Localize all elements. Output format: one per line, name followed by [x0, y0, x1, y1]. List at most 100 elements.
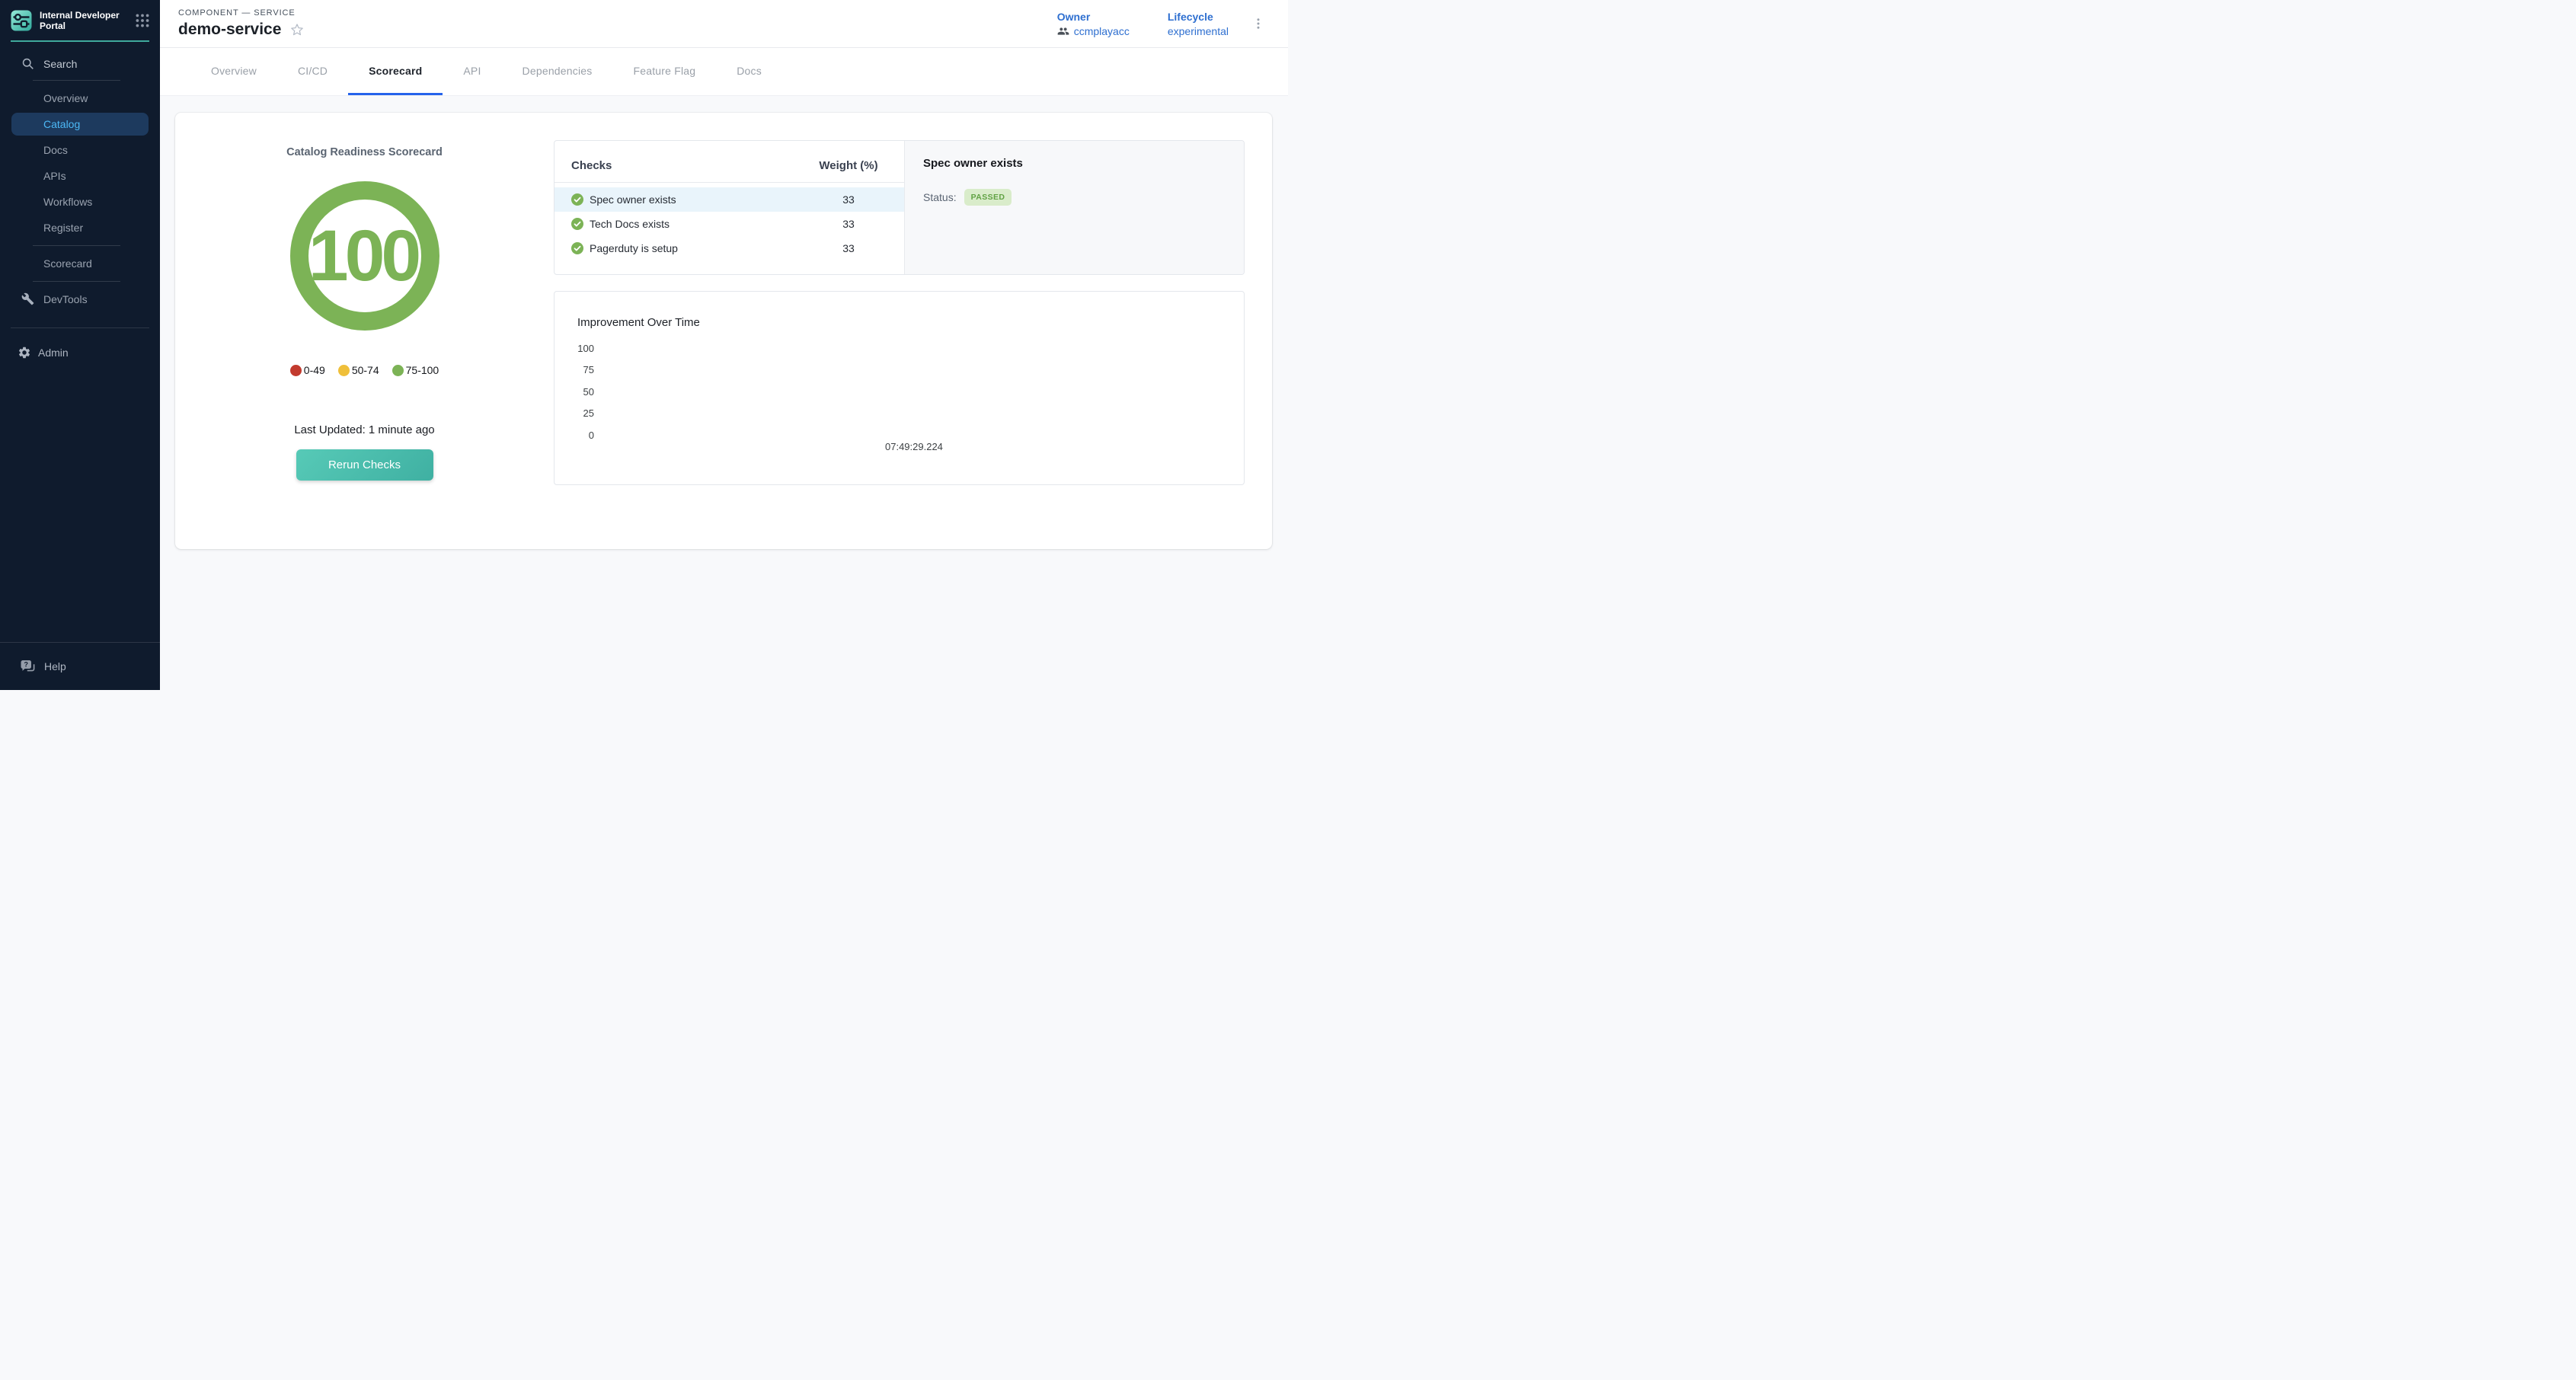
owner-value: ccmplayacc — [1074, 25, 1130, 37]
sidebar-item-label: Workflows — [43, 196, 92, 208]
sidebar-item-label: Catalog — [43, 118, 80, 130]
page-title: demo-service — [178, 21, 281, 39]
sidebar-item-apis[interactable]: APIs — [0, 163, 160, 189]
sidebar-divider — [33, 80, 120, 81]
legend-label: 0-49 — [304, 364, 325, 376]
check-label: Pagerduty is setup — [590, 242, 678, 254]
checks-header-label: Checks — [571, 159, 612, 172]
tab-cicd[interactable]: CI/CD — [277, 48, 348, 95]
sidebar-divider — [33, 281, 120, 282]
lifecycle-block: Lifecycle experimental — [1168, 11, 1229, 37]
check-detail-title: Spec owner exists — [923, 157, 1226, 170]
score-value: 100 — [308, 215, 418, 298]
owner-link[interactable]: ccmplayacc — [1057, 25, 1130, 37]
sidebar-item-label: Docs — [43, 144, 68, 156]
status-label: Status: — [923, 191, 957, 203]
check-row-tech-docs[interactable]: Tech Docs exists 33 — [555, 212, 904, 236]
tab-feature-flag[interactable]: Feature Flag — [612, 48, 716, 95]
sidebar-item-admin[interactable]: Admin — [0, 334, 160, 371]
y-axis-tick: 100 — [562, 343, 594, 354]
sidebar-item-label: Help — [44, 660, 66, 672]
score-gauge: 100 — [290, 181, 439, 331]
sidebar-item-overview[interactable]: Overview — [0, 85, 160, 111]
sidebar-item-scorecard[interactable]: Scorecard — [0, 251, 160, 276]
sidebar-nav: Search Overview Catalog Docs APIs Workfl… — [0, 42, 160, 371]
checks-table: Checks Weight (%) Spec ow — [555, 141, 904, 274]
scorecard-card: Catalog Readiness Scorecard 100 0-49 50-… — [175, 113, 1272, 549]
check-row-spec-owner[interactable]: Spec owner exists 33 — [555, 187, 904, 212]
rerun-checks-button[interactable]: Rerun Checks — [296, 449, 433, 481]
y-axis-tick: 50 — [562, 386, 594, 398]
legend-item-low: 0-49 — [290, 364, 325, 376]
tab-scorecard[interactable]: Scorecard — [348, 48, 443, 95]
weight-header-label: Weight (%) — [803, 159, 894, 172]
sidebar-item-label: DevTools — [43, 293, 88, 305]
sidebar-footer: ? Help — [0, 642, 160, 690]
sidebar-item-label: Admin — [38, 347, 69, 359]
sidebar: Internal Developer Portal Search Overvi — [0, 0, 160, 690]
check-row-pagerduty[interactable]: Pagerduty is setup 33 — [555, 236, 904, 260]
app-logo-icon — [11, 10, 32, 31]
check-weight: 33 — [803, 218, 894, 230]
group-icon — [1057, 25, 1069, 37]
legend-item-mid: 50-74 — [338, 364, 379, 376]
entity-meta: Owner ccmplayacc Lifecycle experimental — [1057, 11, 1229, 37]
check-status-row: Status: PASSED — [923, 189, 1226, 206]
check-detail-panel: Spec owner exists Status: PASSED — [904, 141, 1244, 274]
table-header-divider — [555, 182, 904, 183]
sidebar-item-catalog[interactable]: Catalog — [11, 113, 149, 136]
checks-table-header: Checks Weight (%) — [555, 156, 904, 174]
entity-tabs: Overview CI/CD Scorecard API Dependencie… — [160, 48, 1288, 96]
checks-panel: Checks Weight (%) Spec ow — [554, 140, 1245, 275]
last-updated-text: Last Updated: 1 minute ago — [294, 423, 434, 436]
sidebar-divider — [33, 245, 120, 246]
check-weight: 33 — [803, 242, 894, 254]
check-passed-icon — [571, 193, 583, 206]
sidebar-item-label: Register — [43, 222, 83, 234]
chart-title: Improvement Over Time — [577, 316, 700, 329]
y-axis-tick: 0 — [562, 430, 594, 441]
wrench-icon — [21, 292, 34, 305]
sidebar-item-workflows[interactable]: Workflows — [0, 189, 160, 215]
entity-title-block: COMPONENT — SERVICE demo-service — [178, 8, 305, 39]
more-options-kebab-icon[interactable] — [1248, 12, 1268, 35]
legend-dot-red — [290, 365, 302, 376]
check-label: Spec owner exists — [590, 193, 676, 206]
tab-api[interactable]: API — [443, 48, 501, 95]
sidebar-item-register[interactable]: Register — [0, 215, 160, 241]
breadcrumb: COMPONENT — SERVICE — [178, 8, 305, 18]
legend-label: 75-100 — [406, 364, 439, 376]
y-axis-tick: 25 — [562, 407, 594, 419]
sidebar-item-docs[interactable]: Docs — [0, 137, 160, 163]
sidebar-item-search[interactable]: Search — [0, 53, 160, 75]
owner-block: Owner ccmplayacc — [1057, 11, 1130, 37]
main-area: COMPONENT — SERVICE demo-service Owner — [160, 0, 1288, 690]
entity-header: COMPONENT — SERVICE demo-service Owner — [160, 0, 1288, 48]
tab-dependencies[interactable]: Dependencies — [502, 48, 613, 95]
x-axis-tick: 07:49:29.224 — [885, 441, 943, 452]
tab-overview[interactable]: Overview — [190, 48, 277, 95]
svg-text:?: ? — [24, 661, 28, 669]
check-label: Tech Docs exists — [590, 218, 670, 230]
lifecycle-value: experimental — [1168, 25, 1229, 37]
sidebar-item-label: APIs — [43, 170, 66, 182]
tab-docs[interactable]: Docs — [716, 48, 782, 95]
sidebar-item-devtools[interactable]: DevTools — [0, 286, 160, 312]
improvement-chart: Improvement Over Time 100 75 50 25 0 07:… — [554, 291, 1245, 485]
y-axis-tick: 75 — [562, 364, 594, 375]
help-chat-icon: ? — [20, 659, 37, 674]
checks-column: Checks Weight (%) Spec ow — [554, 113, 1272, 549]
sidebar-divider — [11, 327, 149, 328]
lifecycle-label: Lifecycle — [1168, 11, 1229, 23]
legend-item-high: 75-100 — [392, 364, 439, 376]
check-weight: 33 — [803, 193, 894, 206]
sidebar-item-label: Overview — [43, 92, 88, 104]
score-legend: 0-49 50-74 75-100 — [290, 364, 439, 376]
sidebar-header: Internal Developer Portal — [0, 0, 160, 40]
sidebar-item-label: Search — [43, 58, 77, 70]
favorite-star-icon[interactable] — [289, 22, 305, 37]
apps-grid-icon[interactable] — [134, 12, 151, 29]
sidebar-item-help[interactable]: ? Help — [0, 643, 160, 690]
search-icon — [21, 57, 34, 70]
sidebar-item-label: Scorecard — [43, 257, 92, 270]
